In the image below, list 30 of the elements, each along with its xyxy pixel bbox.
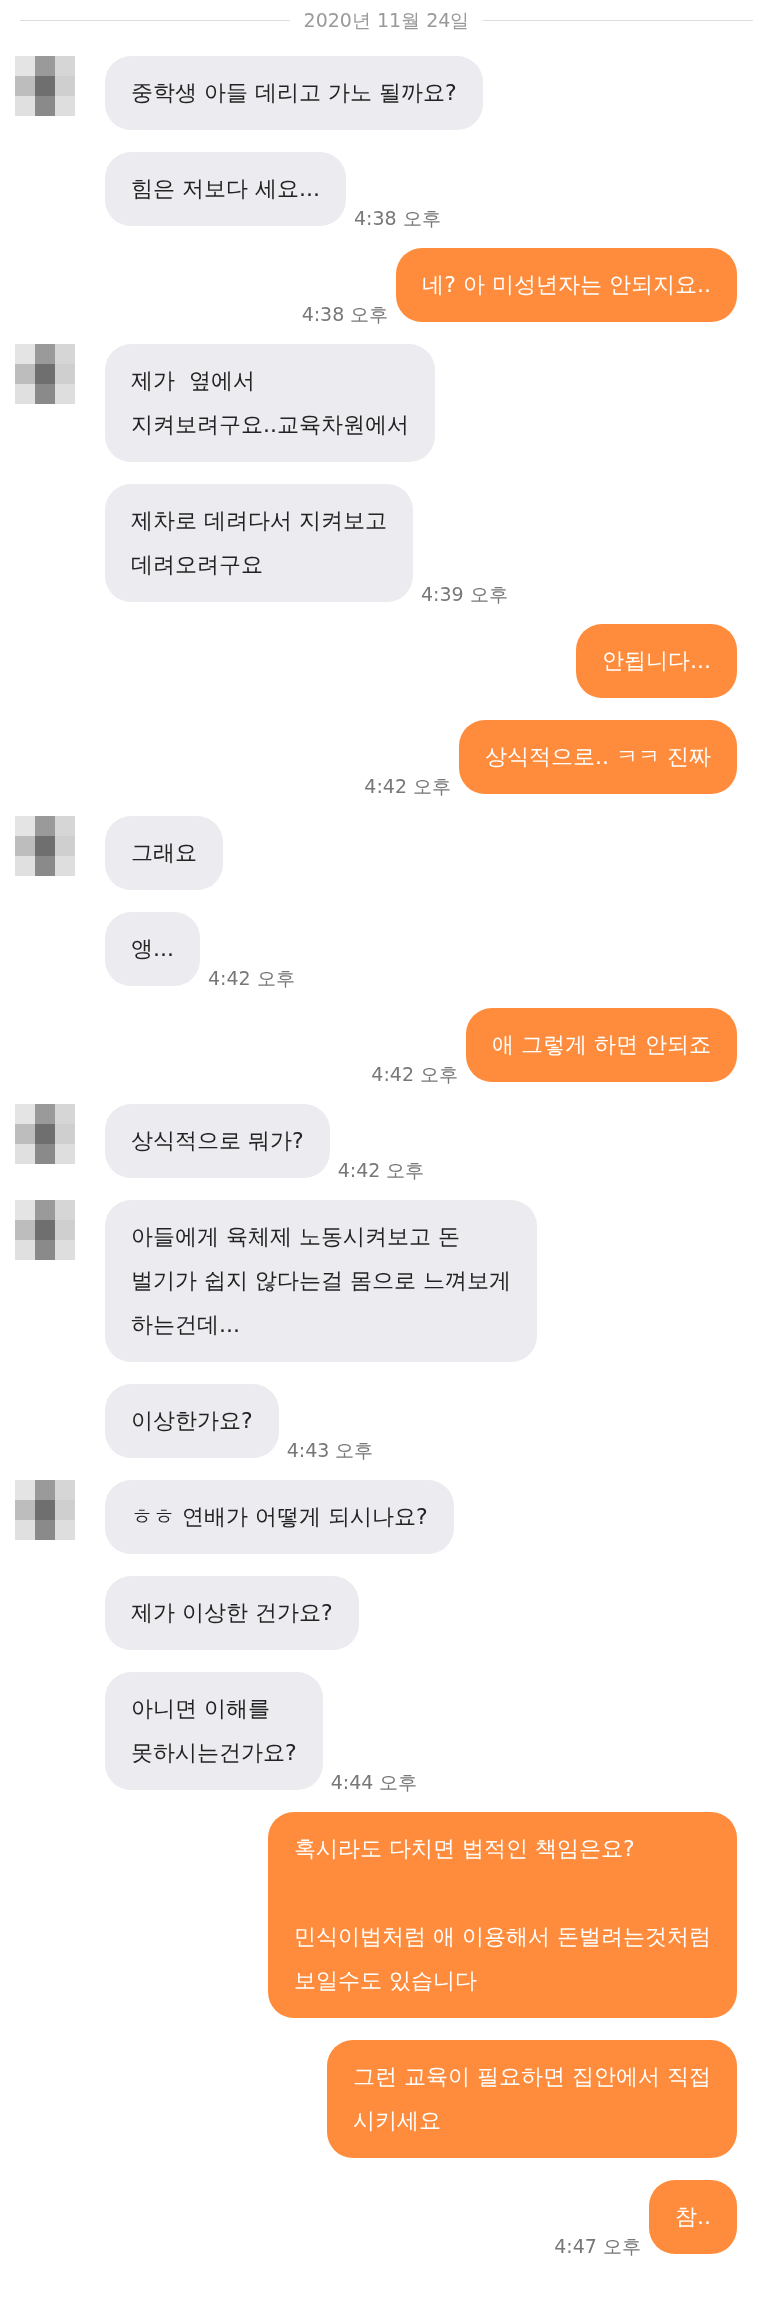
message-time: 4:38 오후 xyxy=(353,206,441,231)
message-time: 4:42 오후 xyxy=(208,966,295,991)
message-time: 4:39 오후 xyxy=(421,582,508,607)
incoming-message: 앵... xyxy=(105,912,200,986)
incoming-message: 중학생 아들 데리고 가노 될까요? xyxy=(105,56,483,130)
outgoing-message: 안됩니다... xyxy=(576,624,737,698)
incoming-message: 아들에게 육체제 노동시켜보고 돈 벌기가 쉽지 않다는걸 몸으로 느껴보게 하는건데... xyxy=(105,1200,537,1362)
incoming-message: 제가 옆에서 지켜보려구요..교육차원에서 xyxy=(105,344,435,462)
incoming-message: 이상한가요? xyxy=(105,1384,279,1458)
incoming-message: 제차로 데려다서 지켜보고 데려오려구요 xyxy=(105,484,413,602)
message-time: 4:43 오후 xyxy=(286,1438,374,1463)
outgoing-message: 상식적으로.. ㅋㅋ 진짜 xyxy=(459,720,737,794)
outgoing-message: 그런 교육이 필요하면 집안에서 직접 시키세요 xyxy=(327,2040,737,2158)
incoming-message: ㅎㅎ 연배가 어떻게 되시나요? xyxy=(105,1480,454,1554)
outgoing-message: 혹시라도 다치면 법적인 책임은요? 민식이법처럼 애 이용해서 돈벌려는것처럼 보일수도 있습니다 xyxy=(268,1812,737,2018)
incoming-message: 그래요 xyxy=(105,816,223,890)
incoming-message: 제가 이상한 건가요? xyxy=(105,1576,359,1650)
message-time: 4:47 오후 xyxy=(554,2234,641,2259)
message-time: 4:38 오후 xyxy=(301,302,389,327)
message-time: 4:42 오후 xyxy=(371,1062,458,1087)
message-time: 4:42 오후 xyxy=(337,1158,425,1183)
date-label: 2020년 11월 24일 xyxy=(303,8,470,33)
outgoing-message: 애 그렇게 하면 안되죠 xyxy=(466,1008,737,1082)
outgoing-message: 네? 아 미성년자는 안되지요.. xyxy=(396,248,737,322)
message-time: 4:42 오후 xyxy=(364,774,451,799)
incoming-message: 상식적으로 뭐가? xyxy=(105,1104,330,1178)
incoming-message: 힘은 저보다 세요... xyxy=(105,152,346,226)
message-time: 4:44 오후 xyxy=(330,1770,418,1795)
incoming-message: 아니면 이해를 못하시는건가요? xyxy=(105,1672,323,1790)
outgoing-message: 참.. xyxy=(649,2180,737,2254)
